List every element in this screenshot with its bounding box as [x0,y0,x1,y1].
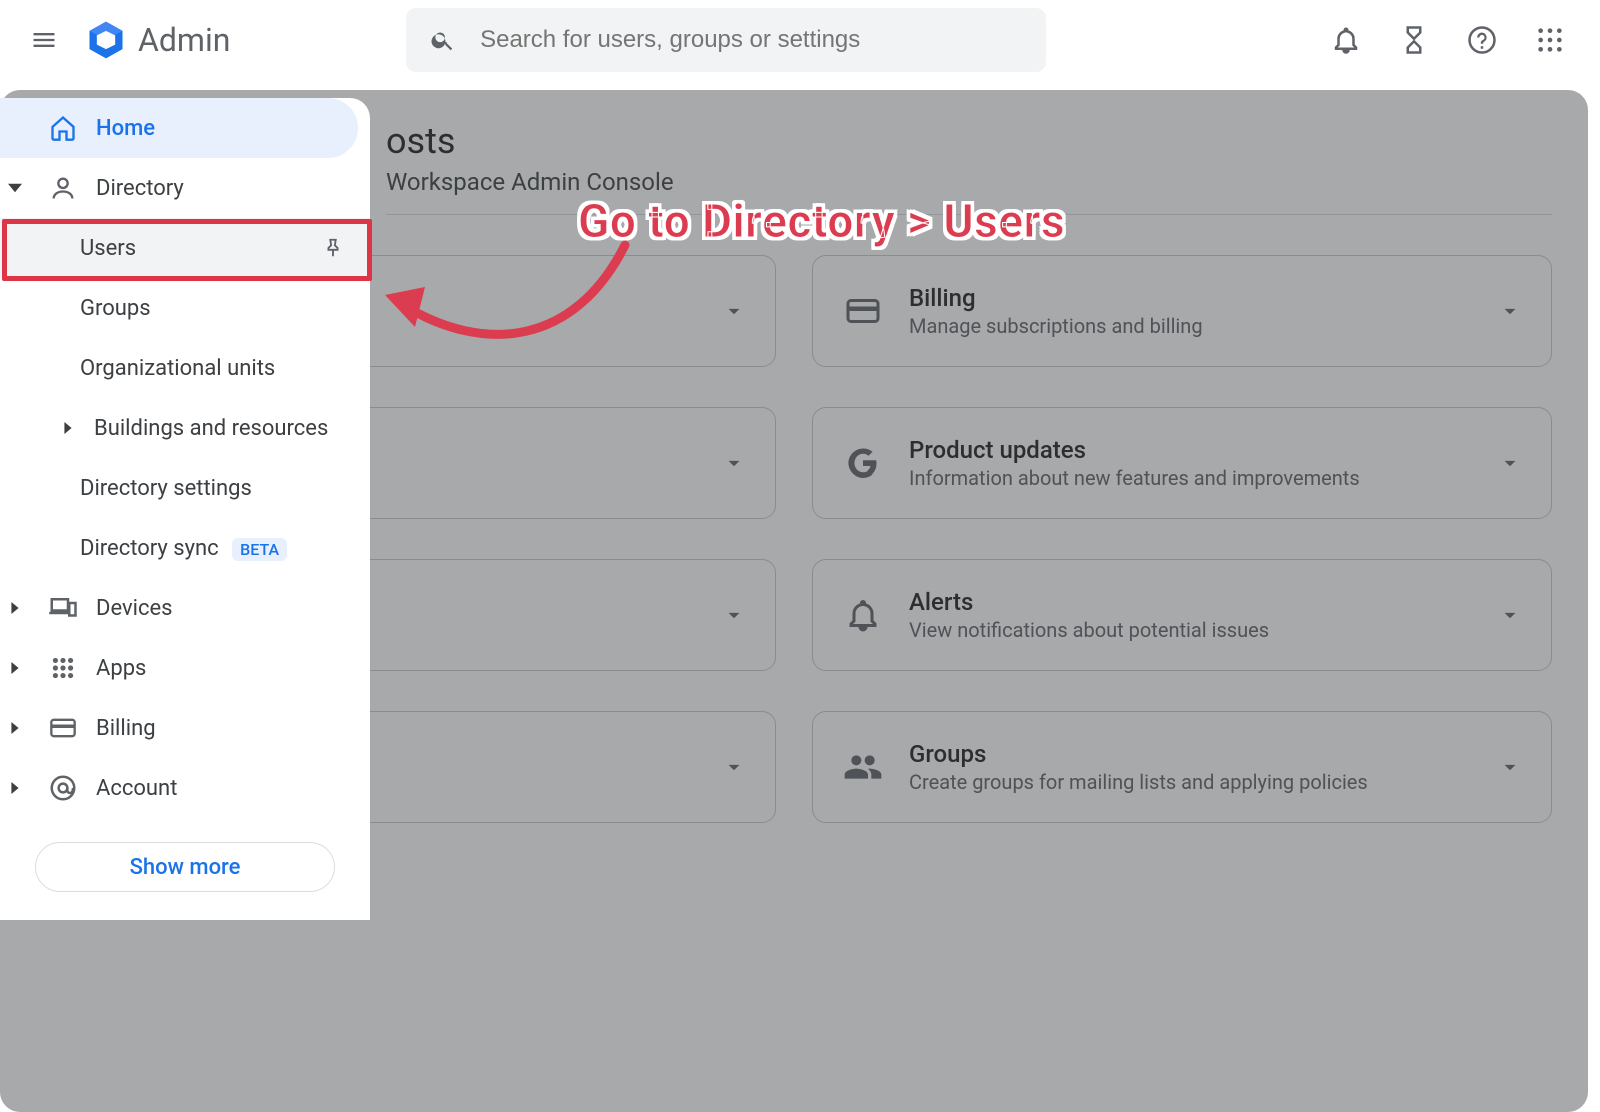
sidebar-item-label: Devices [96,596,370,621]
caret-right-icon [9,662,21,674]
sidebar-item-label: Directory [96,176,370,201]
sidebar-item-label: Directory sync [80,536,219,561]
app-name: Admin [138,21,230,59]
home-icon [49,114,77,142]
at-sign-icon [48,773,78,803]
sidebar-item-org-units[interactable]: Organizational units [0,338,370,398]
sidebar-item-buildings[interactable]: Buildings and resources [0,398,370,458]
sidebar-item-label: Organizational units [80,356,370,381]
help-icon [1467,25,1497,55]
sidebar-item-directory-sync[interactable]: Directory sync BETA [0,518,370,578]
tasks-button[interactable] [1396,22,1432,58]
sidebar-item-label: Groups [80,296,370,321]
help-button[interactable] [1464,22,1500,58]
caret-right-icon [9,722,21,734]
sidebar-item-label: Home [96,116,358,141]
sidebar-item-home[interactable]: Home [0,98,358,158]
search-bar[interactable] [406,8,1046,72]
sidebar: Home Directory Users Groups Organization… [0,98,370,920]
sidebar-item-billing[interactable]: Billing [0,698,370,758]
show-more-label: Show more [130,855,241,880]
sidebar-item-account[interactable]: Account [0,758,370,818]
bell-icon [1331,25,1361,55]
notifications-button[interactable] [1328,22,1364,58]
hamburger-icon [30,26,58,54]
sidebar-item-apps[interactable]: Apps [0,638,370,698]
hourglass-icon [1399,25,1429,55]
sidebar-item-directory[interactable]: Directory [0,158,370,218]
sidebar-item-users[interactable]: Users [0,218,370,278]
search-input[interactable] [480,26,1022,54]
annotation-text: Go to Directory > Users [578,195,1065,249]
logo-group[interactable]: Admin [84,18,230,62]
show-more-button[interactable]: Show more [35,842,335,892]
pin-icon [322,237,344,259]
caret-down-icon [8,181,22,195]
header-bar: Admin [0,0,1600,80]
sidebar-item-label: Account [96,776,370,801]
sidebar-item-label: Buildings and resources [94,416,370,441]
sidebar-item-label: Directory settings [80,476,370,501]
sidebar-item-label: Billing [96,716,370,741]
credit-card-icon [49,714,77,742]
hamburger-menu-button[interactable] [20,16,68,64]
person-icon [49,174,77,202]
sidebar-item-directory-settings[interactable]: Directory settings [0,458,370,518]
search-icon [430,26,456,54]
apps-grid-icon [50,655,76,681]
sidebar-item-label: Apps [96,656,370,681]
sidebar-item-devices[interactable]: Devices [0,578,370,638]
beta-badge: BETA [232,538,287,561]
devices-icon [48,593,78,623]
pin-button[interactable] [322,237,344,259]
apps-launcher-button[interactable] [1532,22,1568,58]
caret-right-icon [9,602,21,614]
sidebar-item-groups[interactable]: Groups [0,278,370,338]
caret-right-icon [62,422,74,434]
caret-right-icon [9,782,21,794]
apps-grid-icon [1536,26,1564,54]
admin-logo-icon [84,18,128,62]
